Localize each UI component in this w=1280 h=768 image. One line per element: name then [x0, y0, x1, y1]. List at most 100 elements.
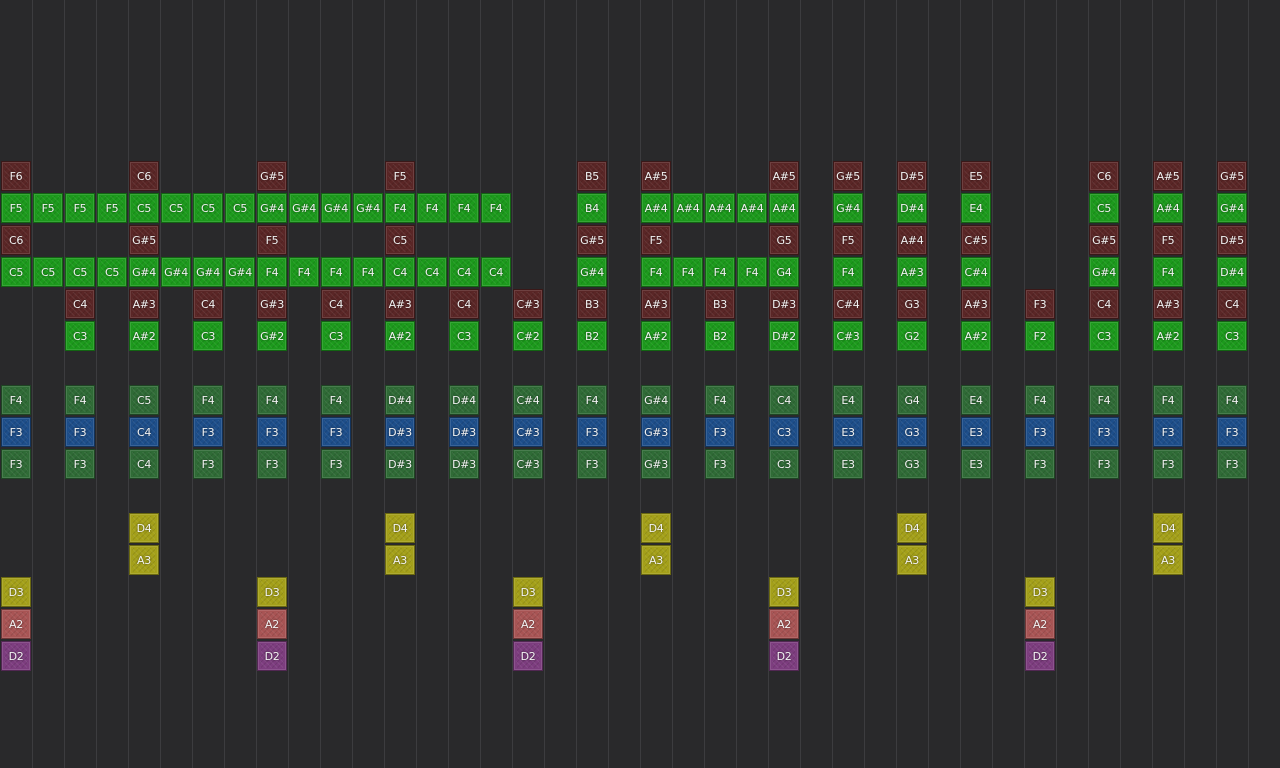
note-cell-blue[interactable]: F3: [257, 417, 287, 447]
note-cell-blue[interactable]: C#3: [513, 417, 543, 447]
note-cell-green[interactable]: A#2: [1153, 321, 1183, 351]
note-cell-sage[interactable]: D#3: [449, 449, 479, 479]
note-cell-green[interactable]: F4: [705, 257, 735, 287]
note-cell-green[interactable]: B4: [577, 193, 607, 223]
note-cell-sage[interactable]: C#4: [513, 385, 543, 415]
note-cell-green[interactable]: C3: [1217, 321, 1247, 351]
note-cell-green[interactable]: A#4: [705, 193, 735, 223]
note-cell-sage[interactable]: G3: [897, 449, 927, 479]
note-cell-green[interactable]: C#3: [833, 321, 863, 351]
note-cell-red[interactable]: A#3: [129, 289, 159, 319]
note-cell-green[interactable]: C5: [97, 257, 127, 287]
note-cell-green[interactable]: B2: [577, 321, 607, 351]
note-cell-red[interactable]: C4: [321, 289, 351, 319]
note-cell-sage[interactable]: D#3: [385, 449, 415, 479]
note-cell-green[interactable]: A#2: [385, 321, 415, 351]
note-cell-green[interactable]: F4: [417, 193, 447, 223]
note-cell-green[interactable]: C3: [1089, 321, 1119, 351]
note-cell-yellow[interactable]: D4: [385, 513, 415, 543]
note-cell-red[interactable]: D#5: [897, 161, 927, 191]
note-cell-red[interactable]: C#3: [513, 289, 543, 319]
note-cell-green[interactable]: C5: [33, 257, 63, 287]
note-cell-green[interactable]: A#4: [737, 193, 767, 223]
note-cell-green[interactable]: G#4: [289, 193, 319, 223]
note-cell-green[interactable]: F2: [1025, 321, 1055, 351]
note-cell-green[interactable]: F4: [257, 257, 287, 287]
note-cell-red[interactable]: C#4: [833, 289, 863, 319]
note-cell-sage[interactable]: F3: [1089, 449, 1119, 479]
note-cell-red[interactable]: G#5: [833, 161, 863, 191]
note-cell-red[interactable]: A#3: [385, 289, 415, 319]
note-cell-green[interactable]: F5: [33, 193, 63, 223]
note-cell-green[interactable]: C#2: [513, 321, 543, 351]
note-cell-yellow[interactable]: D4: [129, 513, 159, 543]
note-cell-blue[interactable]: F3: [1025, 417, 1055, 447]
note-cell-sage[interactable]: F3: [193, 449, 223, 479]
note-cell-green[interactable]: F5: [97, 193, 127, 223]
note-cell-green[interactable]: C3: [449, 321, 479, 351]
note-cell-pink[interactable]: A2: [1025, 609, 1055, 639]
note-cell-blue[interactable]: E3: [961, 417, 991, 447]
note-cell-blue[interactable]: C3: [769, 417, 799, 447]
note-cell-yellow[interactable]: D4: [1153, 513, 1183, 543]
note-cell-blue[interactable]: F3: [321, 417, 351, 447]
note-cell-purple[interactable]: D2: [513, 641, 543, 671]
note-cell-blue[interactable]: F3: [1217, 417, 1247, 447]
note-cell-green[interactable]: B2: [705, 321, 735, 351]
note-cell-sage[interactable]: F3: [1025, 449, 1055, 479]
note-cell-green[interactable]: F5: [1, 193, 31, 223]
note-cell-blue[interactable]: F3: [705, 417, 735, 447]
note-cell-green[interactable]: F4: [1153, 257, 1183, 287]
note-cell-green[interactable]: C3: [193, 321, 223, 351]
note-cell-sage[interactable]: F4: [705, 385, 735, 415]
note-cell-blue[interactable]: F3: [1, 417, 31, 447]
note-cell-green[interactable]: C4: [449, 257, 479, 287]
note-cell-green[interactable]: F4: [321, 257, 351, 287]
note-cell-red[interactable]: A#3: [1153, 289, 1183, 319]
note-cell-green[interactable]: G#4: [577, 257, 607, 287]
note-cell-pink[interactable]: A2: [257, 609, 287, 639]
note-cell-green[interactable]: C5: [129, 193, 159, 223]
note-cell-red[interactable]: B3: [705, 289, 735, 319]
note-cell-red[interactable]: C4: [193, 289, 223, 319]
note-cell-green[interactable]: A#4: [769, 193, 799, 223]
note-cell-blue[interactable]: F3: [1089, 417, 1119, 447]
note-cell-green[interactable]: A#2: [961, 321, 991, 351]
note-cell-red[interactable]: A#3: [641, 289, 671, 319]
note-cell-green[interactable]: C5: [193, 193, 223, 223]
note-cell-red[interactable]: A#4: [897, 225, 927, 255]
note-cell-blue[interactable]: F3: [65, 417, 95, 447]
note-cell-pink[interactable]: A2: [513, 609, 543, 639]
note-cell-red[interactable]: G#5: [129, 225, 159, 255]
note-cell-green[interactable]: F4: [737, 257, 767, 287]
note-cell-red[interactable]: C4: [1089, 289, 1119, 319]
note-cell-yellow[interactable]: A3: [641, 545, 671, 575]
note-cell-sage[interactable]: F4: [577, 385, 607, 415]
note-cell-green[interactable]: D#4: [897, 193, 927, 223]
note-cell-red[interactable]: F5: [257, 225, 287, 255]
note-cell-red[interactable]: F5: [641, 225, 671, 255]
note-cell-green[interactable]: D#4: [1217, 257, 1247, 287]
note-cell-sage[interactable]: F4: [193, 385, 223, 415]
note-cell-blue[interactable]: F3: [1153, 417, 1183, 447]
note-cell-green[interactable]: G#4: [1089, 257, 1119, 287]
note-cell-sage[interactable]: F4: [1089, 385, 1119, 415]
note-cell-green[interactable]: C5: [225, 193, 255, 223]
note-cell-sage[interactable]: E3: [961, 449, 991, 479]
note-cell-sage[interactable]: F4: [65, 385, 95, 415]
note-cell-purple[interactable]: D2: [769, 641, 799, 671]
note-cell-green[interactable]: C5: [1, 257, 31, 287]
note-cell-sage[interactable]: C3: [769, 449, 799, 479]
note-cell-blue[interactable]: E3: [833, 417, 863, 447]
note-cell-red[interactable]: A#5: [641, 161, 671, 191]
note-cell-sage[interactable]: F4: [1025, 385, 1055, 415]
note-cell-red[interactable]: C5: [385, 225, 415, 255]
note-cell-red[interactable]: G3: [897, 289, 927, 319]
note-cell-sage[interactable]: G4: [897, 385, 927, 415]
note-cell-green[interactable]: G#4: [225, 257, 255, 287]
note-cell-red[interactable]: B3: [577, 289, 607, 319]
note-cell-purple[interactable]: D2: [1, 641, 31, 671]
note-cell-blue[interactable]: G3: [897, 417, 927, 447]
note-cell-yellow[interactable]: D3: [769, 577, 799, 607]
note-cell-sage[interactable]: E4: [961, 385, 991, 415]
